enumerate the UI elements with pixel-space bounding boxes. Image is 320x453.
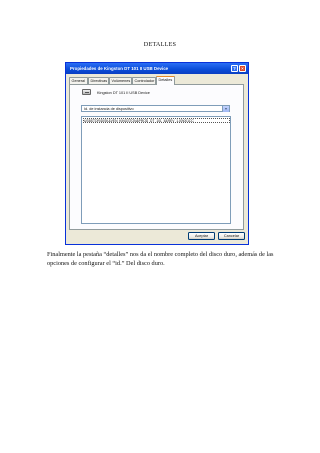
property-values-list[interactable]: USBSTOR\DISK&VEN_KINGSTON&PROD_DT_101_II… bbox=[81, 116, 231, 224]
property-select[interactable]: Id. de instancia de dispositivo ▼ bbox=[81, 105, 230, 112]
tab-detalles[interactable]: Detalles bbox=[156, 76, 175, 85]
close-icon[interactable]: × bbox=[239, 65, 246, 72]
cancel-button[interactable]: Cancelar bbox=[218, 232, 245, 240]
dialog-title: Propiedades de Kingston DT 101 II USB De… bbox=[70, 66, 169, 71]
tab-volumenes[interactable]: Volúmenes bbox=[109, 77, 132, 84]
device-name: Kingston DT 101 II USB Device bbox=[97, 90, 150, 95]
page-heading: DETALLES bbox=[143, 41, 177, 48]
details-panel: Kingston DT 101 II USB Device Id. de ins… bbox=[69, 84, 244, 230]
dialog-titlebar[interactable]: Propiedades de Kingston DT 101 II USB De… bbox=[66, 63, 248, 74]
list-item[interactable]: USBSTOR\DISK&VEN_KINGSTON&PROD_DT_101_II… bbox=[83, 118, 230, 123]
tab-directivas[interactable]: Directivas bbox=[88, 77, 109, 84]
ok-button[interactable]: Aceptar bbox=[188, 232, 215, 240]
tab-controlador[interactable]: Controlador bbox=[132, 77, 156, 84]
chevron-down-icon[interactable]: ▼ bbox=[222, 106, 229, 112]
tab-general[interactable]: General bbox=[69, 77, 88, 84]
properties-dialog: Propiedades de Kingston DT 101 II USB De… bbox=[65, 62, 249, 245]
caption-paragraph: Finalmente la pestaña “detalles” nos da … bbox=[47, 251, 274, 267]
help-icon[interactable]: ? bbox=[231, 65, 238, 72]
property-select-value: Id. de instancia de dispositivo bbox=[84, 107, 134, 111]
usb-drive-icon bbox=[82, 89, 91, 95]
